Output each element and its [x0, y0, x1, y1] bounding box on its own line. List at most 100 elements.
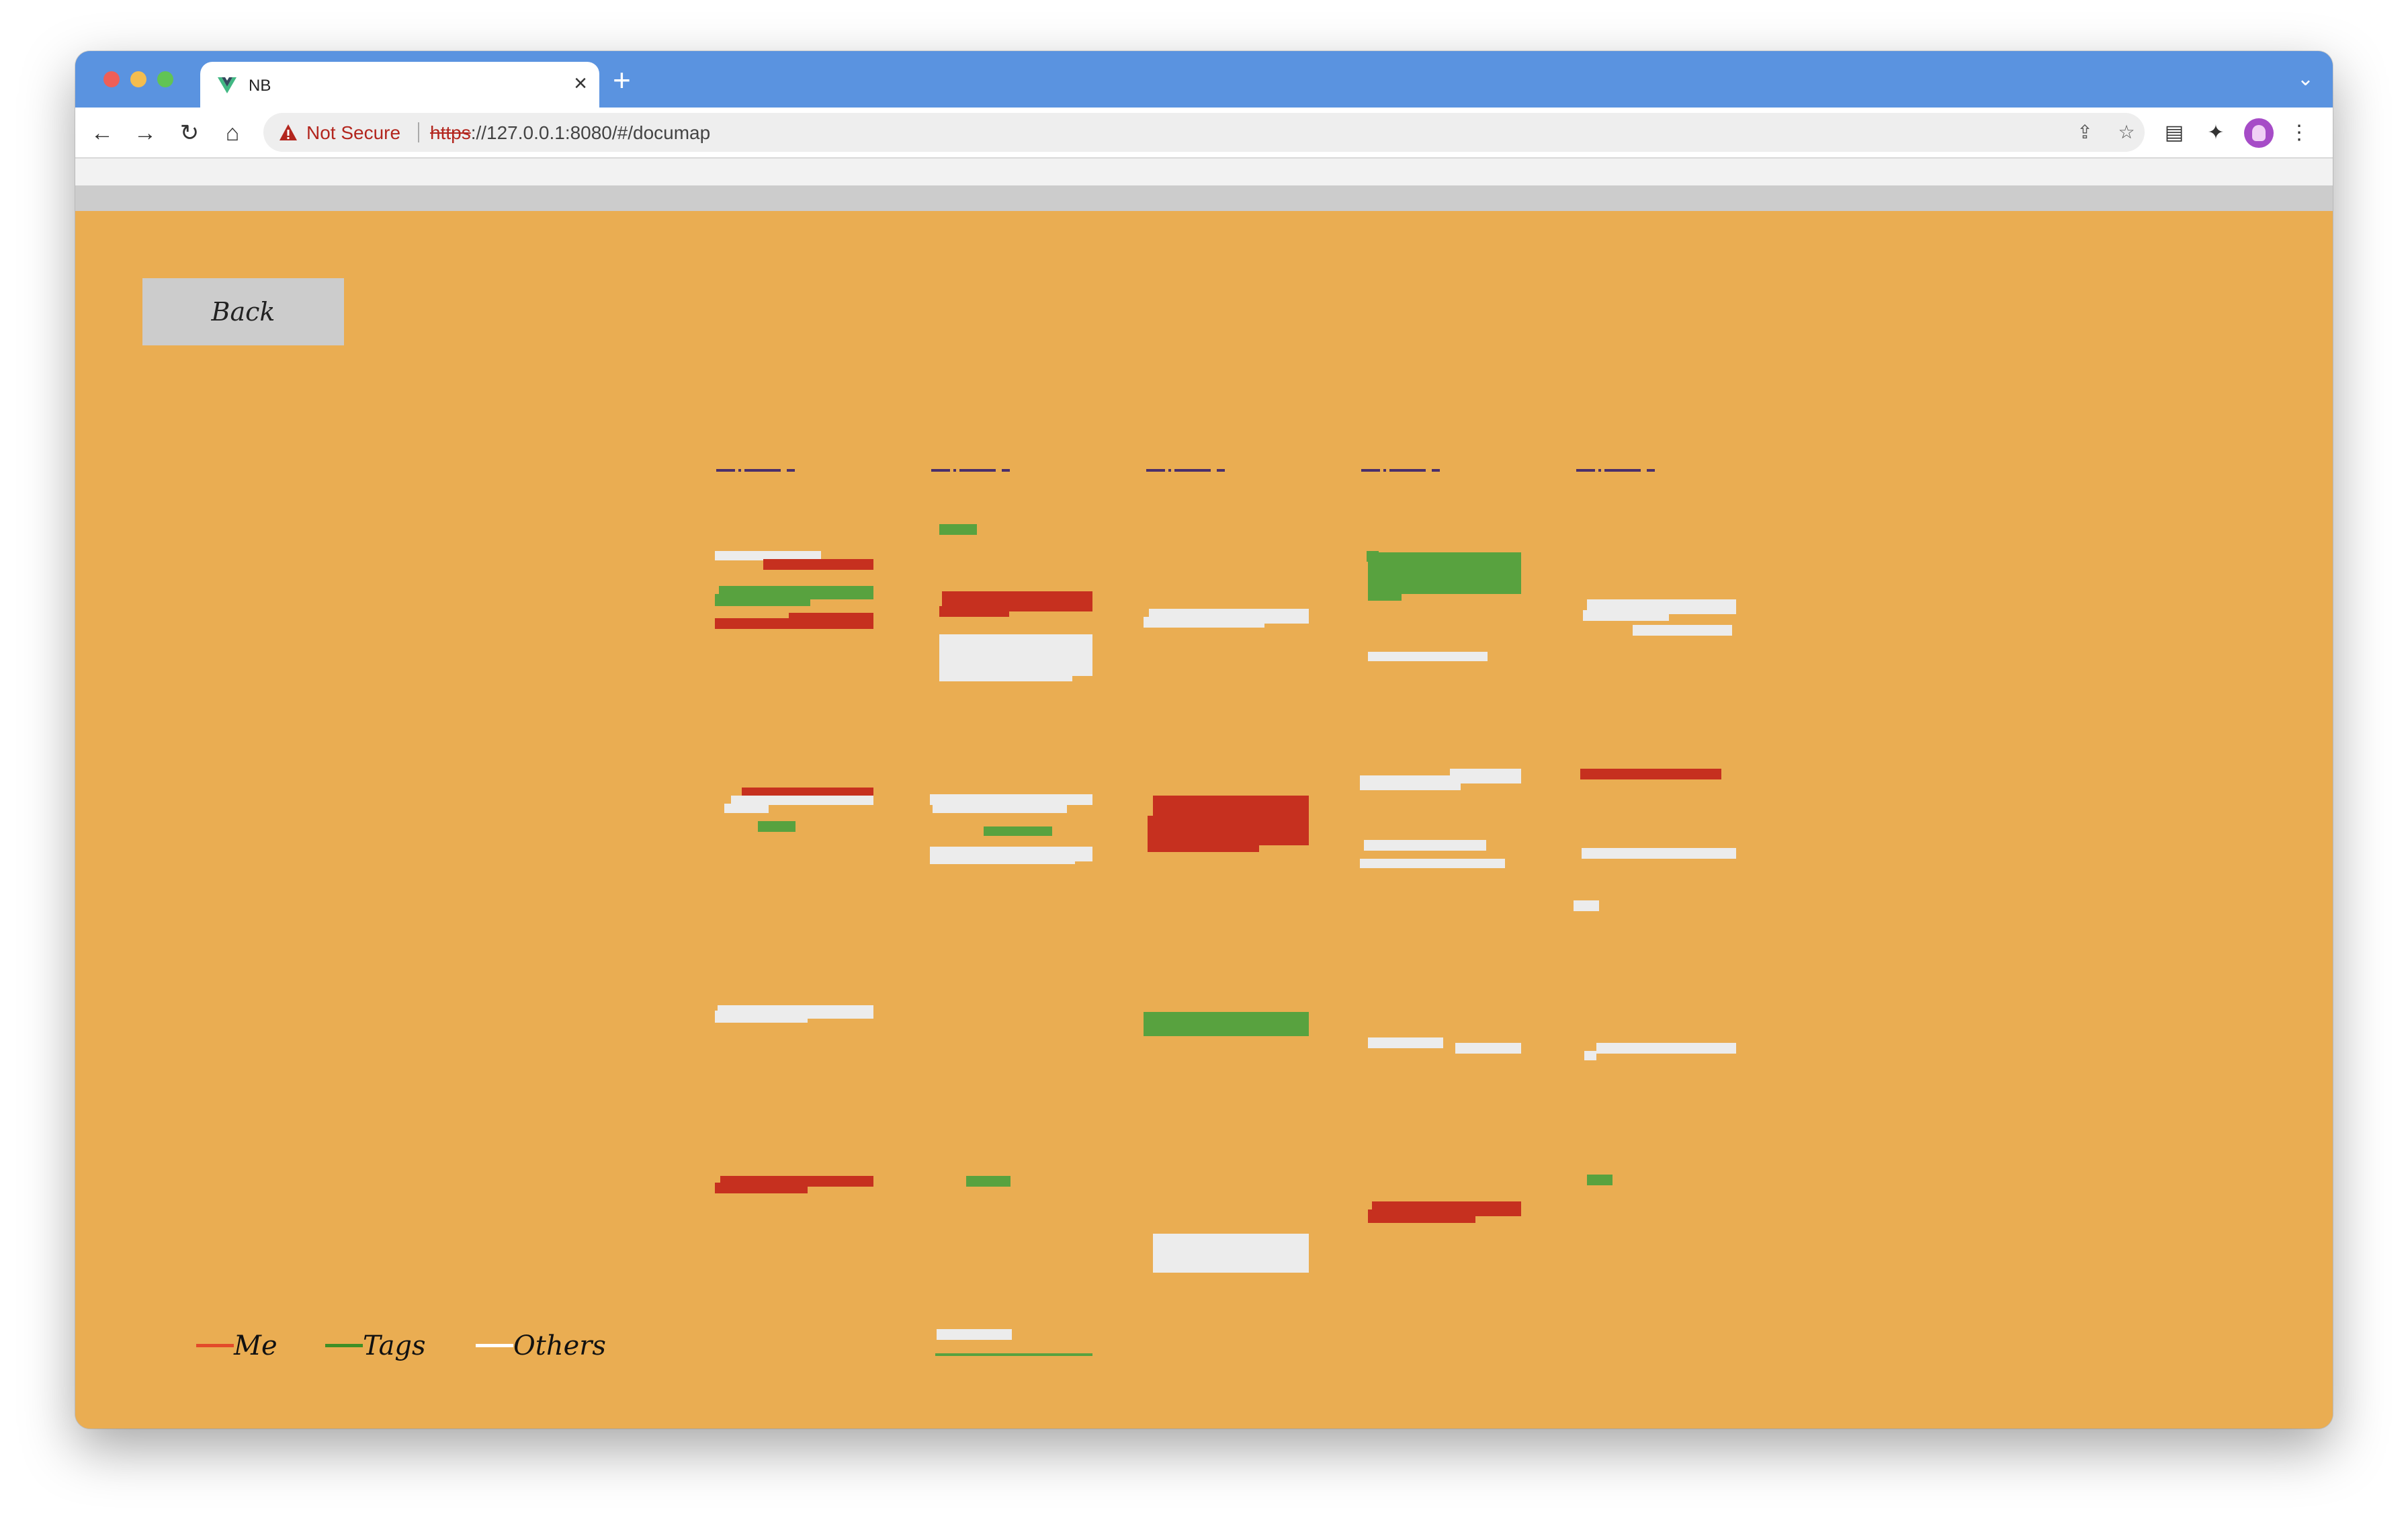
me-annotation-block[interactable]	[715, 1183, 808, 1193]
others-annotation-block[interactable]	[715, 1011, 808, 1023]
column-3-header-segment	[1168, 469, 1171, 472]
tag-annotation-block[interactable]	[935, 1353, 1092, 1356]
others-annotation-block[interactable]	[1574, 900, 1599, 911]
others-annotation-block[interactable]	[1368, 1037, 1443, 1048]
others-annotation-block[interactable]	[1582, 848, 1736, 859]
tag-annotation-block[interactable]	[1368, 587, 1402, 601]
column-4-header-segment	[1361, 469, 1380, 472]
column-2-header-segment	[931, 469, 950, 472]
column-5-header-segment	[1598, 469, 1601, 472]
others-annotation-block[interactable]	[1364, 840, 1486, 851]
tag-annotation-block[interactable]	[1144, 1012, 1309, 1036]
browser-tab[interactable]: NB ×	[200, 62, 599, 108]
legend-label-tags: Tags	[363, 1330, 426, 1361]
others-annotation-block[interactable]	[930, 855, 1075, 864]
column-1-header-segment	[744, 469, 781, 472]
tag-annotation-block[interactable]	[1367, 551, 1379, 562]
legend-line-others	[476, 1344, 513, 1347]
others-annotation-block[interactable]	[1584, 1051, 1596, 1060]
more-menu-icon[interactable]: ⋮	[2286, 120, 2313, 146]
tab-search-chevron-icon[interactable]: ⌄	[2297, 67, 2314, 91]
url-text[interactable]: https://127.0.0.1:8080/#/documap	[430, 122, 710, 144]
column-3-header-segment	[1146, 469, 1165, 472]
column-4-header-segment	[1389, 469, 1426, 472]
others-annotation-block[interactable]	[1360, 775, 1461, 790]
me-annotation-block[interactable]	[1368, 1209, 1475, 1223]
tag-annotation-block[interactable]	[1587, 1175, 1612, 1185]
me-annotation-block[interactable]	[1148, 816, 1259, 852]
bookmark-strip	[75, 159, 2333, 185]
column-1-header-segment	[738, 469, 741, 472]
home-icon[interactable]: ⌂	[218, 118, 247, 148]
me-annotation-block[interactable]	[789, 613, 873, 622]
column-1-header-segment	[787, 469, 795, 472]
back-arrow-icon[interactable]: ←	[87, 118, 117, 148]
app-header-strip	[75, 185, 2333, 211]
others-annotation-block[interactable]	[1633, 625, 1732, 636]
column-3-header-segment	[1174, 469, 1211, 472]
url-scheme: https	[430, 122, 471, 143]
address-separator	[418, 122, 419, 142]
reload-icon[interactable]: ↻	[175, 118, 204, 148]
others-annotation-block[interactable]	[939, 668, 1072, 681]
profile-avatar-icon[interactable]	[2244, 118, 2274, 148]
vue-logo-icon	[218, 77, 236, 93]
tag-annotation-block[interactable]	[966, 1176, 1010, 1187]
warning-triangle-icon	[280, 124, 297, 140]
tab-close-icon[interactable]: ×	[574, 71, 587, 95]
new-tab-button[interactable]: +	[613, 65, 631, 95]
url-path: ://127.0.0.1:8080/#/documap	[470, 122, 711, 143]
documap-canvas	[715, 469, 1736, 1356]
extensions-icon[interactable]: ✦	[2202, 120, 2229, 146]
others-annotation-block[interactable]	[715, 551, 821, 560]
column-5-header-segment	[1647, 469, 1655, 472]
others-annotation-block[interactable]	[1153, 1234, 1309, 1273]
others-annotation-block[interactable]	[933, 804, 1067, 813]
others-annotation-block[interactable]	[1360, 859, 1505, 868]
others-annotation-block[interactable]	[937, 1329, 1012, 1340]
tag-annotation-block[interactable]	[715, 594, 810, 606]
others-annotation-block[interactable]	[1144, 617, 1264, 628]
browser-toolbar: ← → ↻ ⌂ Not Secure https://127.0.0.1:808…	[75, 108, 2333, 159]
legend-line-tags	[325, 1344, 363, 1347]
title-bar: NB × + ⌄	[75, 51, 2333, 108]
forward-arrow-icon[interactable]: →	[130, 118, 160, 148]
tag-annotation-block[interactable]	[984, 826, 1052, 836]
legend-line-me	[196, 1344, 234, 1347]
documap-page: Back Me Tags Others	[75, 211, 2333, 1429]
close-window-button[interactable]	[103, 71, 120, 87]
tab-title: NB	[249, 77, 271, 95]
others-annotation-block[interactable]	[1455, 1043, 1521, 1054]
column-4-header-segment	[1432, 469, 1440, 472]
others-annotation-block[interactable]	[1583, 610, 1669, 621]
column-2-header-segment	[959, 469, 996, 472]
me-annotation-block[interactable]	[939, 606, 1009, 617]
column-2-header-segment	[953, 469, 956, 472]
others-annotation-block[interactable]	[1596, 1043, 1736, 1054]
column-2-header-segment	[1002, 469, 1010, 472]
browser-window: NB × + ⌄ ← → ↻ ⌂ Not Secure https://127.…	[75, 51, 2333, 1429]
tag-annotation-block[interactable]	[939, 524, 977, 535]
bookmark-star-icon[interactable]: ☆	[2115, 121, 2138, 144]
tag-annotation-block[interactable]	[758, 821, 796, 832]
me-annotation-block[interactable]	[1580, 769, 1721, 779]
column-4-header-segment	[1383, 469, 1386, 472]
share-icon[interactable]: ⇪	[2073, 121, 2096, 144]
minimize-window-button[interactable]	[130, 71, 146, 87]
others-annotation-block[interactable]	[724, 804, 769, 813]
me-annotation-block[interactable]	[763, 559, 873, 570]
column-5-header-segment	[1604, 469, 1641, 472]
others-annotation-block[interactable]	[731, 796, 873, 805]
not-secure-label[interactable]: Not Secure	[306, 122, 400, 144]
others-annotation-block[interactable]	[930, 794, 1092, 805]
legend-label-me: Me	[234, 1330, 277, 1361]
legend-label-others: Others	[513, 1330, 606, 1361]
column-3-header-segment	[1217, 469, 1225, 472]
column-5-header-segment	[1576, 469, 1595, 472]
reading-list-icon[interactable]: ▤	[2161, 120, 2188, 146]
zoom-window-button[interactable]	[157, 71, 173, 87]
column-1-header-segment	[716, 469, 735, 472]
others-annotation-block[interactable]	[1368, 652, 1488, 661]
address-bar[interactable]: Not Secure https://127.0.0.1:8080/#/docu…	[263, 113, 2145, 152]
back-button[interactable]: Back	[142, 278, 344, 345]
